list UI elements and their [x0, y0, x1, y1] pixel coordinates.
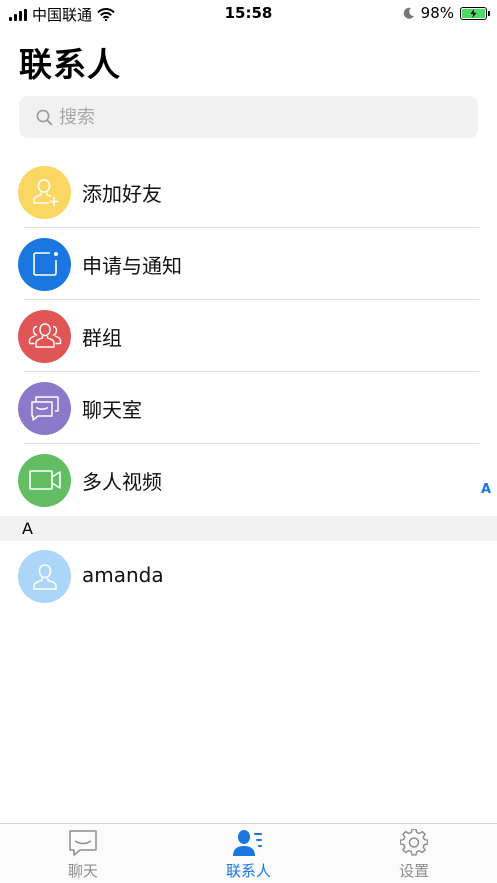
- contacts-icon: [232, 830, 262, 856]
- menu-item-add-friend[interactable]: 添加好友: [0, 156, 497, 228]
- add-user-icon: [32, 179, 58, 206]
- tab-settings[interactable]: 设置: [331, 824, 497, 883]
- video-icon: [28, 470, 61, 490]
- menu-item-chatroom[interactable]: 聊天室: [0, 372, 497, 444]
- menu-item-label: 群组: [82, 325, 122, 350]
- contacts-menu-list: 添加好友 申请与通知 群组 聊天室 多人视频: [0, 156, 497, 516]
- moon-icon: [403, 7, 414, 19]
- tab-label: 聊天: [67, 862, 98, 880]
- menu-item-multi-video[interactable]: 多人视频: [0, 444, 497, 516]
- battery-percent: 98%: [420, 4, 454, 22]
- status-right: 98%: [403, 4, 490, 22]
- search-bar[interactable]: [19, 96, 478, 138]
- tab-label: 设置: [399, 862, 430, 880]
- notification-icon: [32, 252, 58, 276]
- group-icon: [28, 323, 61, 348]
- contact-name: amanda: [82, 563, 164, 587]
- avatar: [18, 550, 71, 603]
- section-header-a: A: [0, 516, 497, 541]
- search-input[interactable]: [59, 106, 439, 128]
- search-icon: [36, 109, 53, 125]
- menu-item-groups[interactable]: 群组: [0, 300, 497, 372]
- status-bar: 中国联通 15:58 98%: [0, 0, 497, 28]
- index-letter-a[interactable]: A: [479, 482, 493, 497]
- menu-item-requests-notifications[interactable]: 申请与通知: [0, 228, 497, 300]
- tab-bar: 聊天 联系人 设置: [0, 823, 497, 883]
- tab-label: 联系人: [226, 862, 272, 880]
- chatroom-avatar: [18, 381, 71, 435]
- tab-chat[interactable]: 聊天: [0, 824, 166, 883]
- menu-item-label: 聊天室: [82, 397, 142, 422]
- menu-item-label: 添加好友: [82, 181, 162, 206]
- gear-icon: [400, 829, 429, 856]
- contact-row[interactable]: amanda: [0, 546, 497, 606]
- chatroom-icon: [30, 396, 59, 421]
- menu-item-label: 申请与通知: [82, 253, 182, 278]
- notification-avatar: [18, 237, 71, 291]
- add-user-avatar: [18, 165, 71, 219]
- battery-fill: [462, 8, 485, 18]
- person-icon: [32, 563, 57, 590]
- menu-item-label: 多人视频: [82, 469, 162, 494]
- battery-icon: [460, 6, 490, 20]
- group-avatar: [18, 309, 71, 363]
- tab-contacts[interactable]: 联系人: [166, 824, 332, 883]
- chat-icon: [69, 830, 97, 856]
- page-title: 联系人: [19, 45, 121, 84]
- video-avatar: [18, 453, 71, 507]
